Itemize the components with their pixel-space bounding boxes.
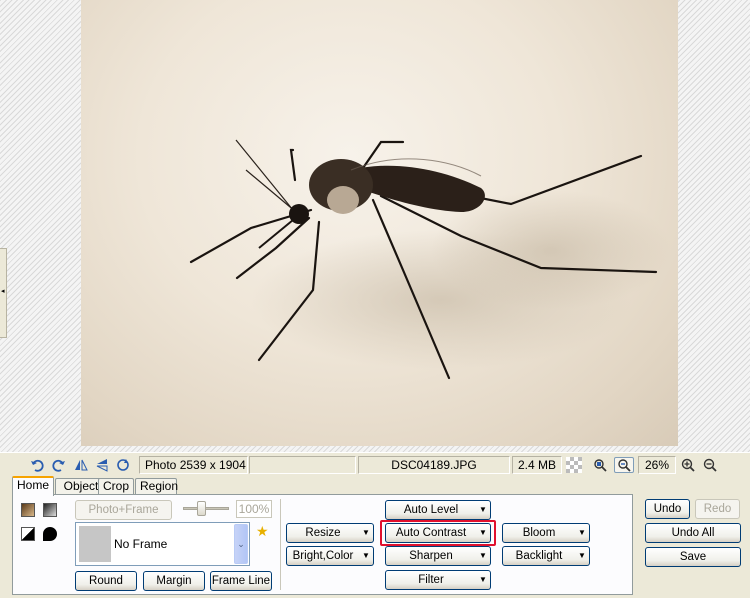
frame-line-button[interactable]: Frame Line	[210, 571, 272, 591]
tab-crop[interactable]: Crop	[98, 478, 134, 495]
auto-contrast-button[interactable]: Auto Contrast	[385, 523, 477, 543]
opacity-field[interactable]: 100%	[236, 500, 272, 518]
transparency-icon	[566, 457, 582, 473]
filter-split-button[interactable]: Filter ▼	[385, 570, 491, 590]
rotate-icon[interactable]	[114, 457, 132, 473]
filter-button[interactable]: Filter	[385, 570, 477, 590]
favorite-star-icon[interactable]: ★	[256, 523, 269, 540]
zoom-level: 26%	[638, 456, 676, 474]
flip-horizontal-icon[interactable]	[72, 457, 90, 473]
file-size: 2.4 MB	[512, 456, 562, 474]
undo-arrow-icon[interactable]	[28, 457, 46, 473]
undo-all-button[interactable]: Undo All	[645, 523, 741, 543]
negative-icon[interactable]	[21, 527, 35, 541]
chevron-down-icon[interactable]: ▼	[476, 500, 491, 520]
backlight-button[interactable]: Backlight	[502, 546, 576, 566]
tab-home[interactable]: Home	[12, 476, 54, 496]
image-canvas[interactable]: ◂	[0, 0, 750, 452]
resize-button[interactable]: Resize	[286, 523, 360, 543]
opacity-slider-track[interactable]	[183, 507, 229, 510]
status-empty-field	[249, 456, 356, 474]
panel-divider	[280, 499, 281, 590]
frame-select-label: No Frame	[114, 537, 168, 551]
redo-arrow-icon[interactable]	[50, 457, 68, 473]
flip-vertical-icon[interactable]	[93, 457, 111, 473]
chevron-down-icon[interactable]: ▼	[575, 523, 590, 543]
chevron-down-icon[interactable]: ⌄	[234, 524, 248, 564]
color-pick-icon[interactable]	[43, 527, 57, 541]
backlight-split-button[interactable]: Backlight ▼	[502, 546, 590, 566]
bright-color-split-button[interactable]: Bright,Color ▼	[286, 546, 374, 566]
grayscale-icon[interactable]	[43, 503, 57, 517]
frame-preview	[79, 526, 111, 562]
tab-region[interactable]: Region	[135, 478, 178, 495]
mosquito-photo-graphic	[189, 139, 671, 380]
save-button[interactable]: Save	[645, 547, 741, 567]
redo-button[interactable]: Redo	[695, 499, 740, 519]
chevron-down-icon[interactable]: ▼	[359, 523, 374, 543]
chevron-down-icon[interactable]: ▼	[359, 546, 374, 566]
chevron-down-icon[interactable]: ▼	[476, 570, 491, 590]
frame-select[interactable]: No Frame ⌄	[75, 522, 250, 566]
sharpen-split-button[interactable]: Sharpen ▼	[385, 546, 491, 566]
collapse-arrow-icon: ◂	[1, 288, 5, 295]
sharpen-button[interactable]: Sharpen	[385, 546, 477, 566]
side-panel-toggle[interactable]: ◂	[0, 248, 7, 338]
status-bar: Photo 2539 x 1904 DSC04189.JPG 2.4 MB 26…	[0, 452, 750, 476]
chevron-down-icon[interactable]: ▼	[575, 546, 590, 566]
chevron-down-icon[interactable]: ▼	[476, 523, 491, 543]
auto-level-split-button[interactable]: Auto Level ▼	[385, 500, 491, 520]
margin-button[interactable]: Margin	[143, 571, 205, 591]
zoom-fit-icon[interactable]	[591, 457, 609, 473]
auto-level-button[interactable]: Auto Level	[385, 500, 477, 520]
bright-color-button[interactable]: Bright,Color	[286, 546, 360, 566]
zoom-in-icon[interactable]	[679, 457, 697, 473]
undo-button[interactable]: Undo	[645, 499, 690, 519]
opacity-slider-thumb[interactable]	[197, 501, 206, 516]
resize-split-button[interactable]: Resize ▼	[286, 523, 374, 543]
round-button[interactable]: Round	[75, 571, 137, 591]
bloom-split-button[interactable]: Bloom ▼	[502, 523, 590, 543]
zoom-actual-icon[interactable]	[614, 457, 634, 473]
photo-dimensions: Photo 2539 x 1904	[139, 456, 248, 474]
auto-contrast-split-button[interactable]: Auto Contrast ▼	[385, 523, 491, 543]
photo-image[interactable]	[81, 0, 678, 446]
zoom-out-icon[interactable]	[701, 457, 719, 473]
sepia-icon[interactable]	[21, 503, 35, 517]
bloom-button[interactable]: Bloom	[502, 523, 576, 543]
photo-frame-button[interactable]: Photo+Frame	[75, 500, 172, 520]
chevron-down-icon[interactable]: ▼	[476, 546, 491, 566]
file-name: DSC04189.JPG	[358, 456, 510, 474]
